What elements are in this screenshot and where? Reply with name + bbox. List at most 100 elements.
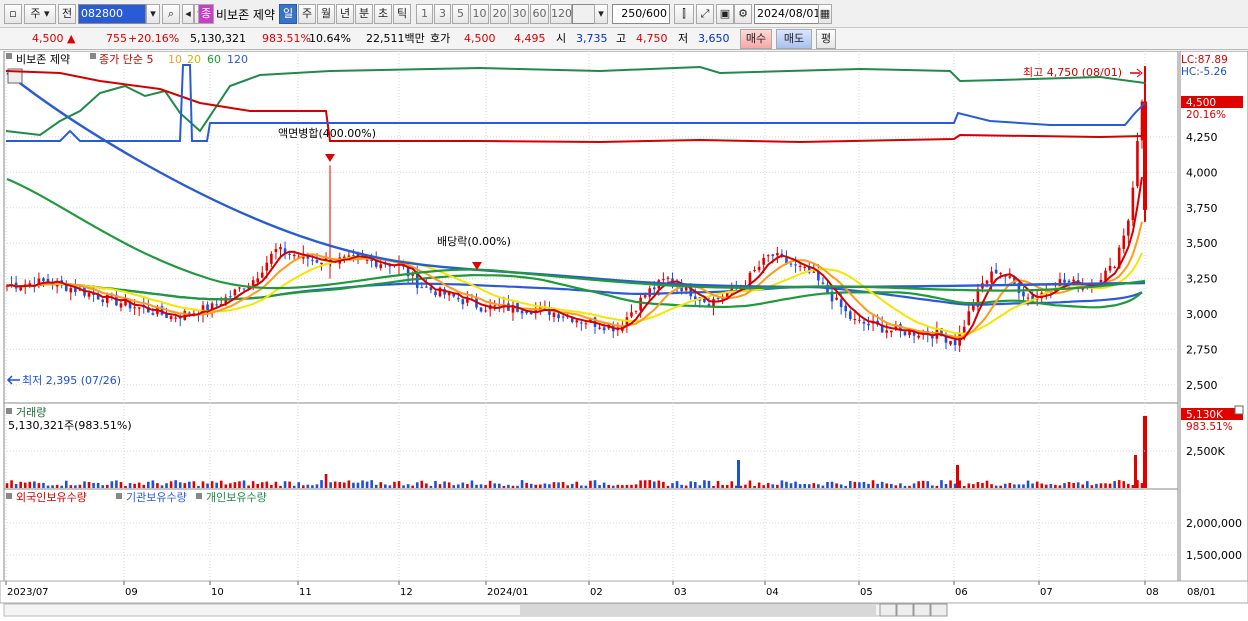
interval-button-5[interactable]: 5 xyxy=(452,4,469,24)
legend-marker xyxy=(90,53,96,59)
interval-button-120[interactable]: 120 xyxy=(550,4,572,24)
volume-bar xyxy=(985,480,989,488)
period-tab-6[interactable]: 틱 xyxy=(393,4,411,24)
volume-bar xyxy=(1099,483,1103,488)
candle-body xyxy=(662,279,665,281)
candle-body xyxy=(753,270,756,272)
volume-bar xyxy=(397,481,401,488)
volume-bar xyxy=(242,480,246,488)
volume-panel-title: 거래량 xyxy=(16,406,46,419)
candle-body xyxy=(456,298,460,300)
volume-bar xyxy=(1086,481,1089,488)
stock-chart[interactable]: 4,250 4,000 3,750 3,500 3,250 3,000 2,750 2,500… xyxy=(0,50,1248,621)
x-tick-label: 02 xyxy=(590,587,603,598)
candle-body xyxy=(69,288,73,293)
candle-body xyxy=(652,287,656,290)
period-tab-0[interactable]: 일 xyxy=(279,4,297,24)
volume-bar xyxy=(206,483,209,488)
volume-bar xyxy=(776,484,779,488)
interval-button-20[interactable]: 20 xyxy=(490,4,509,24)
eval-button[interactable]: 평 xyxy=(816,29,836,49)
interval-dropdown-icon[interactable]: ▾ xyxy=(594,4,608,24)
volume-bar xyxy=(260,482,264,488)
volume-bar xyxy=(744,484,747,488)
market-select[interactable]: 주 ▾ xyxy=(24,4,56,24)
volume-bar xyxy=(976,482,980,488)
count-input[interactable]: 250/600 xyxy=(612,4,670,24)
volume-bar xyxy=(1140,483,1144,488)
prev-button[interactable]: 전 xyxy=(58,4,76,24)
window-menu-icon[interactable]: ▫ xyxy=(4,4,22,24)
code-dropdown-icon[interactable]: ▾ xyxy=(146,4,160,24)
volume-bar xyxy=(698,485,702,488)
candle-body xyxy=(598,327,601,329)
candle-body xyxy=(233,289,237,296)
volume-bar xyxy=(320,480,323,488)
period-tab-1[interactable]: 주 xyxy=(298,4,316,24)
interval-button-3[interactable]: 3 xyxy=(434,4,451,24)
chart-area[interactable]: 4,250 4,000 3,750 3,500 3,250 3,000 2,750 2,500… xyxy=(0,50,1248,621)
interval-button-60[interactable]: 60 xyxy=(530,4,549,24)
volume-bar xyxy=(716,480,720,488)
current-change-label: 20.16% xyxy=(1186,109,1226,121)
candle-body xyxy=(557,314,560,319)
volume-bar xyxy=(921,480,925,488)
interval-button-10[interactable]: 10 xyxy=(470,4,489,24)
ma-legend-120: 120 xyxy=(227,53,248,66)
sell-button[interactable]: 매도 xyxy=(776,29,812,49)
quote-volume: 5,130,321 xyxy=(190,32,246,45)
volume-bar xyxy=(539,484,542,488)
volume-bar xyxy=(484,485,487,488)
candle-body xyxy=(466,299,469,303)
volume-bar xyxy=(124,485,127,488)
volume-bar xyxy=(251,481,255,488)
candle-body xyxy=(520,310,524,314)
volume-bar xyxy=(274,481,278,488)
period-tab-3[interactable]: 년 xyxy=(336,4,354,24)
volume-bar xyxy=(137,482,141,488)
candle-body xyxy=(420,287,424,289)
holding-tick-label: 2,000,000 xyxy=(1186,517,1242,530)
volume-bar xyxy=(575,481,579,488)
volume-bar xyxy=(311,485,314,488)
volume-bar xyxy=(730,481,734,488)
volume-bar xyxy=(1067,482,1071,488)
panel-close-icon xyxy=(1234,405,1244,415)
period-tab-2[interactable]: 월 xyxy=(317,4,335,24)
volume-bar xyxy=(160,485,164,488)
compare-icon[interactable]: ⤢ xyxy=(696,4,714,24)
save-icon[interactable]: ▣ xyxy=(716,4,734,24)
open-label: 시 xyxy=(556,32,567,45)
volume-bar xyxy=(51,485,54,488)
period-tab-4[interactable]: 분 xyxy=(355,4,373,24)
price-tick-label: 3,750 xyxy=(1186,202,1218,215)
candle-body xyxy=(260,272,264,278)
volume-bar xyxy=(899,483,902,488)
search-icon[interactable]: ⌕ xyxy=(162,4,180,24)
interval-button-30[interactable]: 30 xyxy=(510,4,529,24)
stock-code-input[interactable]: 082800 xyxy=(78,4,146,24)
candle-body xyxy=(242,288,246,290)
volume-bar xyxy=(880,481,884,488)
candle-body xyxy=(238,287,241,289)
candle-body xyxy=(776,253,779,256)
volume-bar xyxy=(270,484,273,488)
volume-bar xyxy=(201,481,205,488)
calendar-icon[interactable]: ▦ xyxy=(818,4,832,24)
hc-label: HC:-5.26 xyxy=(1181,66,1227,78)
period-tab-5[interactable]: 초 xyxy=(374,4,392,24)
settings-gear-icon[interactable]: ⚙ xyxy=(734,4,752,24)
low-value: 3,650 xyxy=(698,32,730,45)
buy-button[interactable]: 매수 xyxy=(740,29,772,49)
volume-bar xyxy=(434,481,437,488)
volume-bar xyxy=(561,482,565,488)
candle-body xyxy=(1127,220,1130,236)
speaker-icon[interactable]: ◂ xyxy=(182,4,194,24)
volume-bar xyxy=(616,484,620,488)
scrollbar-thumb xyxy=(520,605,876,615)
current-volume-pct: 983.51% xyxy=(1186,421,1233,433)
candle-body xyxy=(215,304,218,306)
candle-type-icon[interactable]: ⫿ xyxy=(674,4,694,24)
candle-body xyxy=(766,255,770,257)
interval-button-1[interactable]: 1 xyxy=(416,4,433,24)
